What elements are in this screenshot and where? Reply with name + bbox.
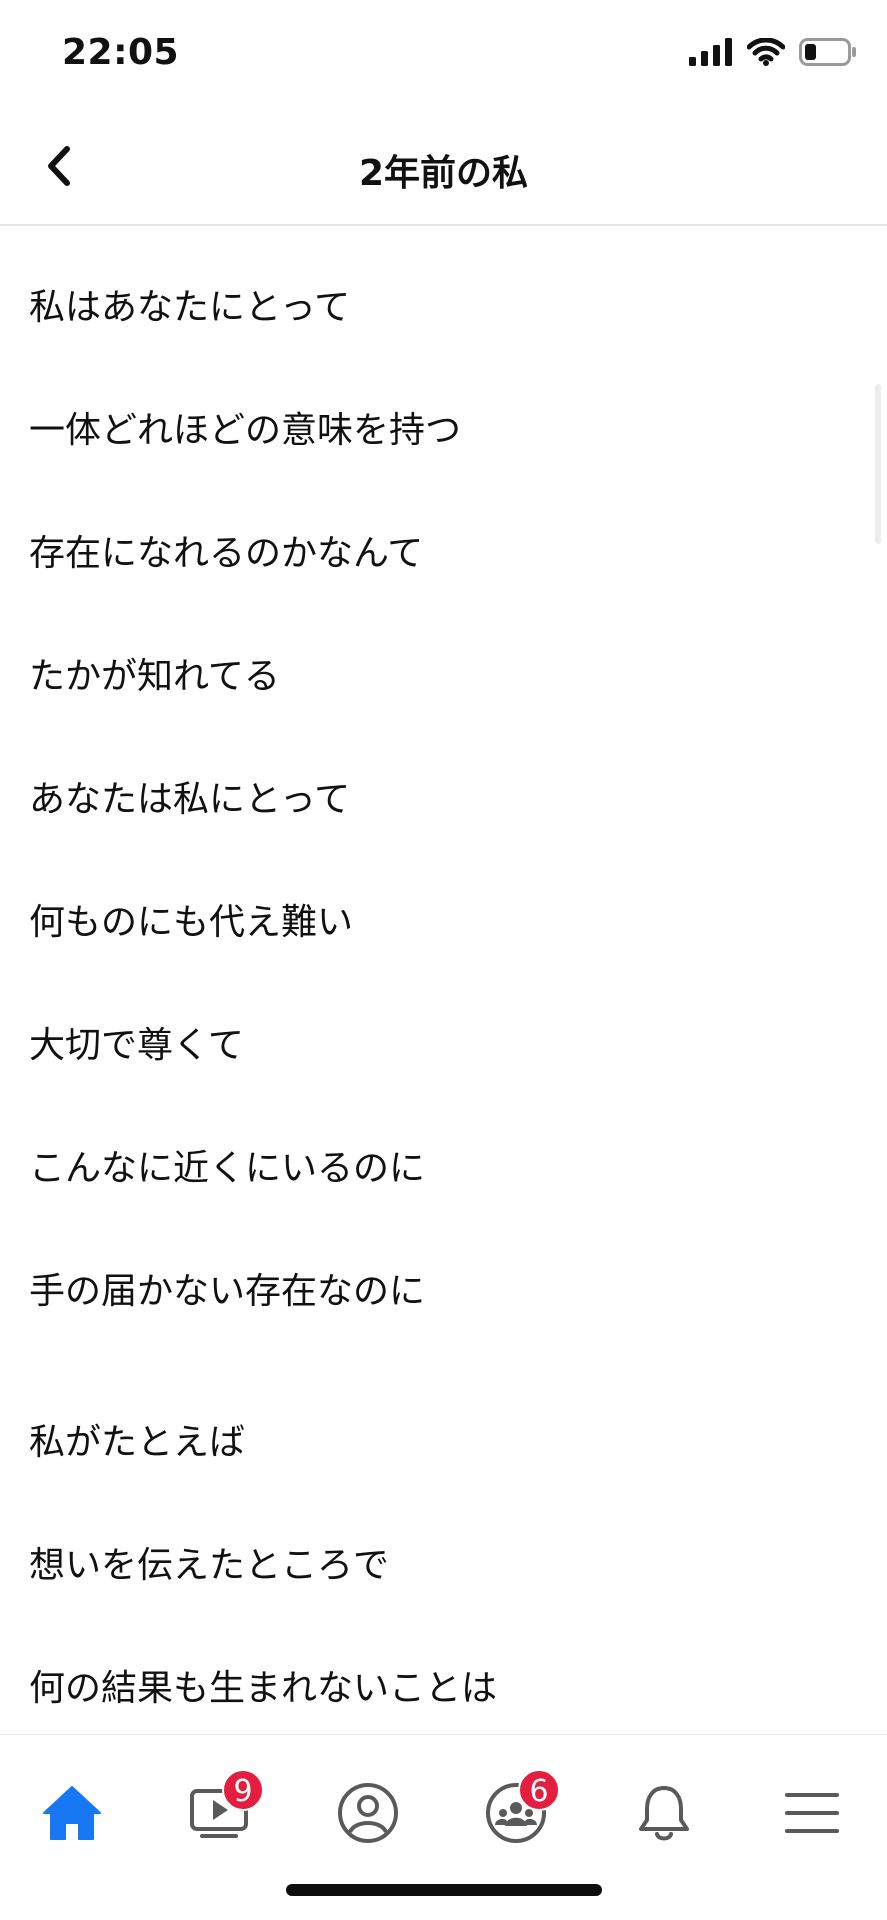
status-time: 22:05 (62, 32, 180, 73)
lyric-line: 手の届かない存在なのに (29, 1271, 426, 1312)
lyric-line: 存在になれるのかなんて (29, 533, 424, 574)
status-bar: 22:05 (0, 0, 887, 110)
groups-badge: 6 (518, 1769, 560, 1811)
lyrics-content: 私はあなたにとって 一体どれほどの意味を持つ 存在になれるのかなんて たかが知れ… (0, 226, 887, 1734)
lyric-line: 何の結果も生まれないことは (29, 1668, 498, 1709)
lyric-line: 一体どれほどの意味を持つ (29, 410, 462, 451)
scrollbar[interactable] (875, 384, 881, 544)
bell-icon (639, 1786, 689, 1841)
lyric-line: こんなに近くにいるのに (29, 1148, 426, 1189)
lyric-line: 何ものにも代え難い (29, 902, 354, 943)
tab-groups[interactable]: 6 (456, 1763, 576, 1863)
tab-notifications[interactable] (604, 1763, 724, 1863)
profile-icon (338, 1783, 398, 1843)
tab-profile[interactable] (308, 1763, 428, 1863)
video-badge: 9 (222, 1769, 264, 1811)
cellular-signal-icon (689, 38, 733, 70)
page-title: 2年前の私 (358, 153, 529, 194)
lyric-line: たかが知れてる (29, 656, 280, 697)
lyric-line: 私がたとえば (29, 1422, 246, 1463)
menu-icon (785, 1793, 839, 1833)
tab-home[interactable] (12, 1763, 132, 1863)
home-icon (43, 1786, 101, 1840)
battery-icon (799, 38, 857, 70)
tab-video[interactable]: 9 (160, 1763, 280, 1863)
lyric-line: 私はあなたにとって (29, 287, 351, 328)
tab-menu[interactable] (752, 1763, 872, 1863)
navigation-bar: 2年前の私 (0, 110, 887, 226)
wifi-icon (746, 37, 786, 70)
home-indicator[interactable] (286, 1884, 602, 1896)
lyric-line: あなたは私にとって (29, 779, 351, 820)
lyric-line: 想いを伝えたところで (29, 1545, 390, 1586)
status-icons (689, 37, 857, 70)
lyric-line: 大切で尊くて (29, 1025, 244, 1066)
